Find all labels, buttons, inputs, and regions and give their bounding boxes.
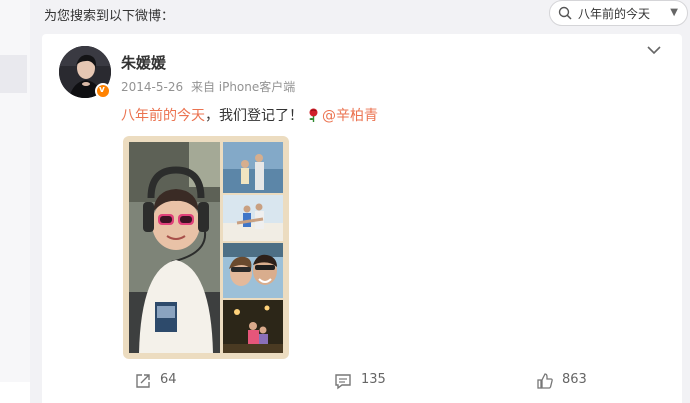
post-meta: 2014-5-26 来自 iPhone客户端 xyxy=(121,78,299,95)
photo-main[interactable] xyxy=(129,142,220,353)
search-header: 为您搜索到以下微博： 八年前的今天 ▼ xyxy=(30,0,690,30)
post-date[interactable]: 2014-5-26 xyxy=(121,80,183,94)
repost-icon xyxy=(136,374,150,388)
post-photo-collage[interactable] xyxy=(123,136,289,359)
search-icon xyxy=(558,6,572,20)
post-source: 来自 iPhone客户端 xyxy=(190,80,296,94)
post-actions-bar: 64 135 863 xyxy=(42,368,682,394)
photo-selfie[interactable] xyxy=(223,243,283,298)
photo-beach-couple[interactable] xyxy=(223,142,283,193)
search-box[interactable]: 八年前的今天 ▼ xyxy=(549,0,688,26)
post-username[interactable]: 朱媛媛 xyxy=(121,52,166,73)
search-result-label: 为您搜索到以下微博： xyxy=(44,9,175,24)
repost-count: 64 xyxy=(160,372,177,387)
verified-badge-icon: v xyxy=(95,83,111,99)
comment-icon xyxy=(335,374,351,390)
post-content: 八年前的今天，我们登记了！ @辛柏青 xyxy=(121,105,378,125)
post-body-text: ，我们登记了！ xyxy=(205,108,303,124)
mention-link[interactable]: @辛柏青 xyxy=(322,108,378,124)
dropdown-caret-icon[interactable]: ▼ xyxy=(670,7,678,18)
topic-link[interactable]: 八年前的今天 xyxy=(121,108,205,124)
comment-count: 135 xyxy=(361,372,386,387)
chevron-down-icon[interactable] xyxy=(646,44,662,56)
search-query[interactable]: 八年前的今天 xyxy=(578,5,650,22)
thumbs-up-icon xyxy=(537,373,553,389)
left-sidebar-footer xyxy=(0,382,30,403)
weibo-post-card: v 朱媛媛 2014-5-26 来自 iPhone客户端 八年前的今天，我们登记… xyxy=(42,34,682,403)
left-sidebar-tab[interactable] xyxy=(0,55,27,93)
rose-emoji-icon xyxy=(309,108,318,122)
like-count: 863 xyxy=(562,372,587,387)
photo-kids-night[interactable] xyxy=(223,300,283,353)
photo-beach-walk[interactable] xyxy=(223,195,283,241)
